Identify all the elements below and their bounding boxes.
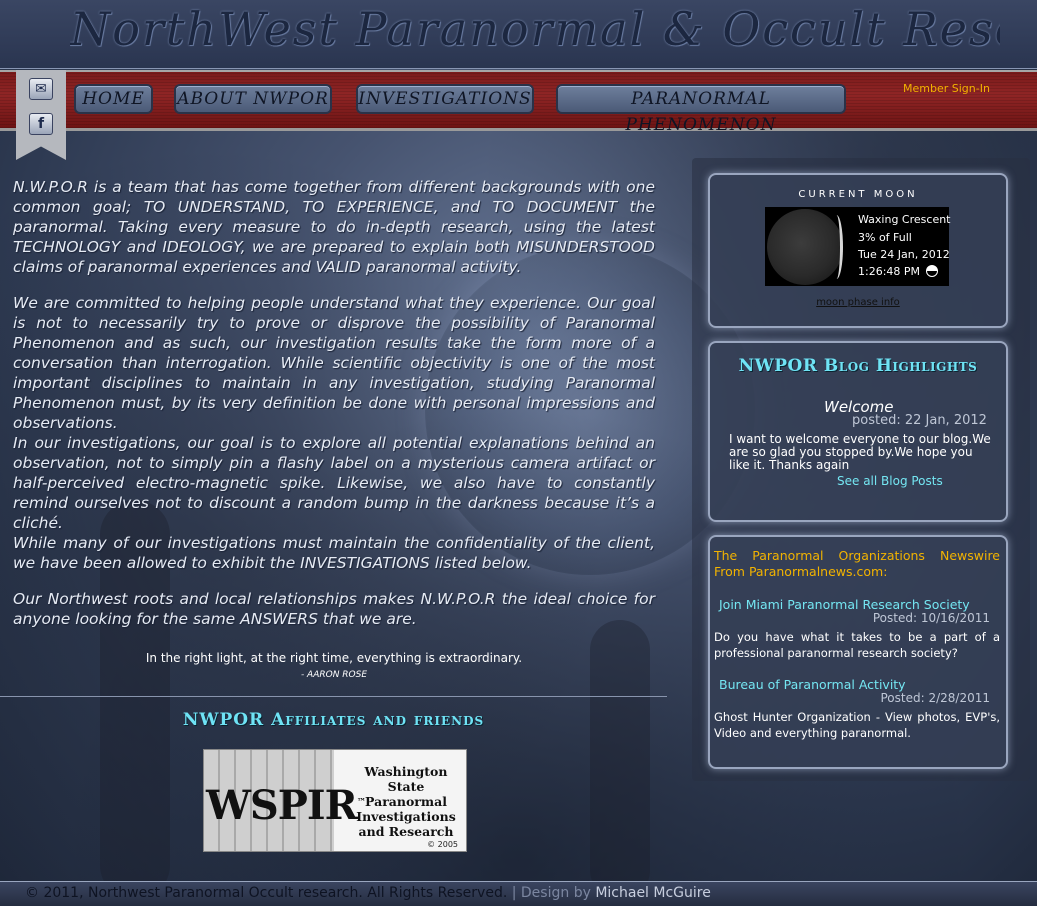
moon-date: Tue 24 Jan, 2012 — [858, 248, 950, 261]
nav-investigations[interactable]: INVESTIGATIONS — [356, 84, 534, 114]
footer-text: © 2011, Northwest Paranormal Occult rese… — [25, 885, 711, 901]
news-item-title[interactable]: Bureau of Paranormal Activity — [719, 677, 906, 692]
see-all-blog-posts-link[interactable]: See all Blog Posts — [837, 474, 943, 488]
news-item-date: Posted: 2/28/2011 — [880, 691, 991, 705]
news-item-date: Posted: 10/16/2011 — [872, 611, 990, 625]
about-paragraph: While many of our investigations must ma… — [13, 534, 655, 572]
logo-year: © 2005 — [427, 840, 458, 849]
moon-title: CURRENT MOON — [798, 189, 918, 200]
blog-heading: NWPOR Blog Highlights — [738, 356, 978, 376]
social-ribbon: ✉ f — [16, 70, 66, 160]
logo-full-name: Washington State Paranormal Investigatio… — [356, 764, 456, 839]
affiliates-heading: NWPOR Affiliates and friends — [182, 710, 485, 730]
about-paragraph: In our investigations, our goal is to ex… — [13, 434, 655, 532]
divider — [0, 696, 667, 697]
blog-post-body: I want to welcome everyone to our blog.W… — [729, 432, 991, 472]
about-text: N.W.P.O.R is a team that has come togeth… — [13, 177, 655, 629]
facebook-icon[interactable]: f — [29, 113, 53, 135]
logo-abbr: WSPIR™ — [206, 782, 366, 829]
member-signin-link[interactable]: Member Sign-In — [903, 82, 990, 95]
about-paragraph: Our Northwest roots and local relationsh… — [13, 590, 655, 628]
moon-time: 1:26:48 PM — [858, 265, 921, 278]
news-item-desc: Do you have what it takes to be a part o… — [714, 630, 1000, 660]
footer: © 2011, Northwest Paranormal Occult rese… — [0, 881, 1037, 906]
moon-phase: Waxing Crescent — [858, 213, 951, 226]
wspir-logo[interactable]: WSPIR™ Washington State Paranormal Inves… — [203, 749, 467, 852]
design-by-label: Design by — [520, 885, 596, 901]
about-paragraph: We are committed to helping people under… — [13, 294, 655, 432]
moon-icon — [767, 209, 843, 285]
nav-home[interactable]: HOME — [74, 84, 153, 114]
site-title: NorthWest Paranormal & Occult Research — [70, 2, 1000, 56]
moon-percent: 3% of Full — [858, 231, 912, 244]
designer-link[interactable]: Michael McGuire — [595, 885, 711, 901]
news-item-title[interactable]: Join Miami Paranormal Research Society — [719, 597, 970, 612]
news-item-desc: Ghost Hunter Organization - View photos,… — [714, 710, 1000, 740]
nav-about[interactable]: ABOUT NWPOR — [174, 84, 332, 114]
newswire-heading: The Paranormal Organizations Newswire Fr… — [714, 548, 1000, 579]
quote: In the right light, at the right time, e… — [145, 651, 523, 665]
email-icon[interactable]: ✉ — [29, 78, 53, 100]
about-paragraph: N.W.P.O.R is a team that has come togeth… — [13, 178, 655, 276]
quote-author: - AARON ROSE — [300, 670, 368, 680]
copyright-text: © 2011, Northwest Paranormal Occult rese… — [25, 885, 508, 901]
nav-paranormal-phenomenon[interactable]: PARANORMAL PHENOMENON — [556, 84, 846, 135]
moon-phase-info-link[interactable]: moon phase info — [708, 297, 1008, 308]
blog-post-date: posted: 22 Jan, 2012 — [852, 413, 987, 428]
footer-separator: | — [507, 885, 521, 901]
site-header: NorthWest Paranormal & Occult Research — [0, 0, 1037, 69]
half-moon-icon — [926, 265, 938, 277]
